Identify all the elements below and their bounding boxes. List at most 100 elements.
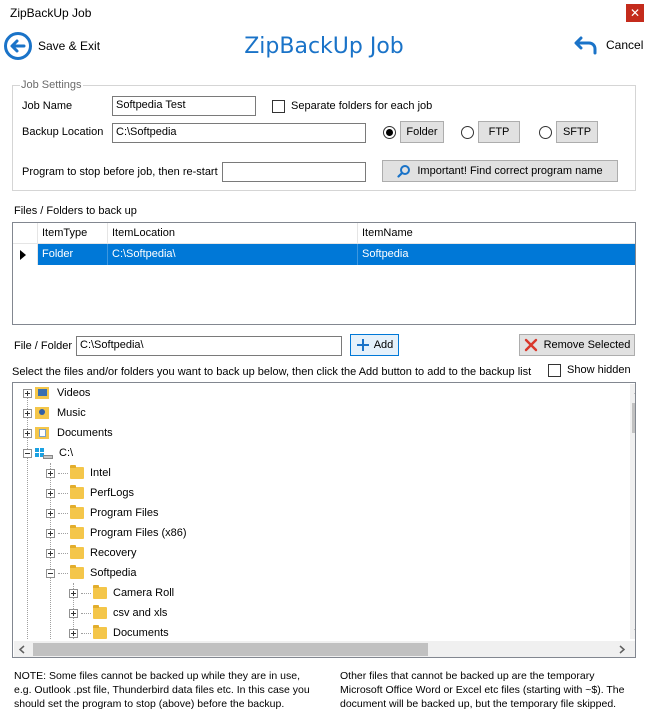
sftp-radio[interactable] [539,126,552,139]
tree-node-label: Documents [113,627,169,639]
tree-branch [58,572,68,574]
page-title: ZipBackUp Job [244,34,404,59]
collapse-icon[interactable] [46,568,55,578]
tree-node-label: Program Files (x86) [90,527,187,539]
tree-node-c-drive[interactable]: C:\ [23,443,73,463]
search-icon [397,165,411,178]
cancel-button[interactable]: Cancel [574,34,643,56]
column-header-itemname[interactable]: ItemName [358,223,635,244]
window-close-button[interactable]: ✕ [626,4,644,22]
folder-button[interactable]: Folder [400,121,444,143]
tree-node-csv-and-xls[interactable]: csv and xls [69,603,167,623]
folder-icon [70,545,84,559]
folder-icon [70,465,84,479]
folder-radio[interactable] [383,126,396,139]
tree-node-music[interactable]: Music [23,403,86,423]
remove-selected-label: Remove Selected [543,339,631,351]
ftp-radio[interactable] [461,126,474,139]
row-selector[interactable] [13,244,38,265]
job-settings-legend: Job Settings [20,79,83,91]
expand-icon[interactable] [46,528,55,538]
remove-selected-button[interactable]: Remove Selected [519,334,635,356]
cancel-label: Cancel [606,38,644,52]
expand-icon[interactable] [69,628,78,638]
tree-branch [81,632,91,634]
note-right: Other files that cannot be backed up are… [340,670,625,710]
expand-icon[interactable] [69,608,78,618]
note-left: NOTE: Some files cannot be backed up whi… [14,670,310,710]
cell-itemtype: Folder [38,244,108,265]
tree-node-recovery[interactable]: Recovery [46,543,136,563]
red-x-icon [524,338,537,352]
expand-icon[interactable] [23,388,32,398]
tree-branch [58,532,68,534]
backup-location-label: Backup Location [22,126,104,138]
tree-node-label: Recovery [90,547,137,559]
ftp-button[interactable]: FTP [478,121,520,143]
tree-node-label: Softpedia [90,567,137,579]
undo-arrow-icon [574,36,597,55]
window-title: ZipBackUp Job [10,6,92,20]
tree-node-program-files-x86[interactable]: Program Files (x86) [46,523,187,543]
tree-node-label: Documents [57,427,113,439]
tree-node-documents[interactable]: Documents [23,423,113,443]
tree-node-label: Intel [90,467,111,479]
scroll-right-icon[interactable] [613,641,630,658]
scroll-up-icon[interactable] [630,384,636,401]
program-stop-label: Program to stop before job, then re-star… [22,166,218,178]
tree-branch [81,612,91,614]
scroll-left-icon[interactable] [14,641,31,658]
cell-itemlocation: C:\Softpedia\ [108,244,358,265]
tree-node-label: Camera Roll [113,587,175,599]
vertical-scrollbar[interactable] [630,384,636,639]
tree-branch [58,492,68,494]
expand-icon[interactable] [69,588,78,598]
tree-node-program-files[interactable]: Program Files [46,503,158,523]
find-program-button[interactable]: Important! Find correct program name [382,160,618,182]
horizontal-scrollbar[interactable] [14,641,630,658]
horizontal-scroll-thumb[interactable] [33,643,428,656]
show-hidden-label: Show hidden [567,364,631,376]
scroll-down-icon[interactable] [630,622,636,639]
file-folder-input[interactable]: C:\Softpedia\ [76,336,342,356]
job-name-input[interactable]: Softpedia Test [112,96,256,116]
collapse-icon[interactable] [23,448,32,458]
expand-icon[interactable] [46,548,55,558]
vertical-scroll-thumb[interactable] [632,403,635,433]
tree-node-label: csv and xls [113,607,168,619]
drive-icon [35,446,53,460]
window-titlebar: ZipBackUp Job ✕ [0,0,648,28]
expand-icon[interactable] [46,508,55,518]
expand-icon[interactable] [23,428,32,438]
folder-tree[interactable]: Videos Music Documents C:\ Intel PerfLog… [12,382,636,658]
expand-icon[interactable] [46,468,55,478]
column-header-itemlocation[interactable]: ItemLocation [108,223,358,244]
tree-node-perflogs[interactable]: PerfLogs [46,483,134,503]
tree-node-documents-sub[interactable]: Documents [69,623,169,643]
plus-icon [356,339,369,351]
backup-list-grid[interactable]: ItemType ItemLocation ItemName Folder C:… [12,222,636,325]
sftp-button[interactable]: SFTP [556,121,598,143]
folder-icon [70,505,84,519]
tree-branch [58,552,68,554]
folder-icon [70,525,84,539]
separate-folders-checkbox[interactable] [272,100,285,113]
expand-icon[interactable] [46,488,55,498]
table-row[interactable]: Folder C:\Softpedia\ Softpedia [13,244,635,265]
add-button[interactable]: Add [350,334,399,356]
tree-node-label: Music [57,407,86,419]
column-header-itemtype[interactable]: ItemType [38,223,108,244]
expand-icon[interactable] [23,408,32,418]
tree-node-videos[interactable]: Videos [23,383,90,403]
program-stop-input[interactable] [222,162,366,182]
tree-node-intel[interactable]: Intel [46,463,111,483]
folder-icon [93,625,107,639]
tree-node-softpedia[interactable]: Softpedia [46,563,136,583]
scrollbar-corner [630,641,635,657]
job-name-label: Job Name [22,100,73,112]
backup-location-input[interactable]: C:\Softpedia [112,123,366,143]
cell-itemname: Softpedia [362,248,409,260]
show-hidden-checkbox[interactable] [548,364,561,377]
add-label: Add [373,339,394,351]
tree-node-camera-roll[interactable]: Camera Roll [69,583,174,603]
